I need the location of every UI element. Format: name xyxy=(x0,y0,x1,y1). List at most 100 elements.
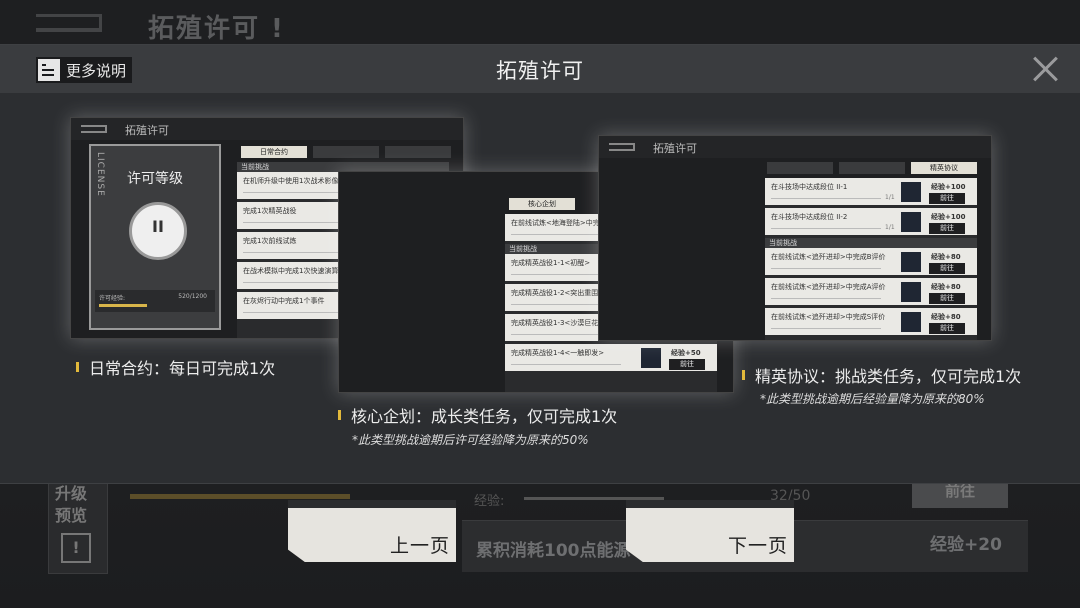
caption-marker xyxy=(742,370,745,380)
tab-core: 核心企划 xyxy=(509,198,575,210)
modal-title: 拓殖许可 xyxy=(496,59,584,83)
elite-note: *此类型挑战逾期后经验量降为原来的80% xyxy=(760,392,985,406)
task-text: 完成精英战役1-1<初醒> xyxy=(511,259,591,267)
section-label: 当前挑战 xyxy=(765,238,977,248)
mini-topbar: 拓殖许可 xyxy=(599,136,991,158)
task-text: 在斗技场中达成段位 II-1 xyxy=(771,183,848,191)
core-note: *此类型挑战逾期后许可经验降为原来的50% xyxy=(352,433,589,447)
elite-caption: 精英协议：挑战类任务，仅可完成1次 xyxy=(742,363,1021,387)
tab-core xyxy=(839,162,905,174)
panel1-tabs: 日常合约 xyxy=(241,146,451,158)
license-title: 许可等级 xyxy=(127,171,183,187)
core-caption: 核心企划：成长类任务，仅可完成1次 xyxy=(338,403,617,427)
task-progress-line xyxy=(511,364,621,365)
tab-elite xyxy=(385,146,451,158)
goto-button[interactable]: 前往 xyxy=(669,359,705,370)
elite-protocol-screenshot: 拓殖许可 精英协议 在斗技场中达成段位 II-1 1/1 经验+100 前往 在斗技场中… xyxy=(598,135,992,341)
task-row: 完成精英战役1-4<一触即发> 经验+50 前往 xyxy=(505,344,717,374)
reward-item-icon xyxy=(901,282,921,302)
task-progress-line xyxy=(243,192,353,193)
prev-page-button[interactable]: 上一页 xyxy=(288,500,456,562)
tab-daily xyxy=(767,162,833,174)
reward-item-icon xyxy=(641,348,661,368)
goto-button[interactable]: 前往 xyxy=(929,193,965,204)
task-progress-line xyxy=(771,198,881,199)
task-progress-line xyxy=(771,298,881,299)
task-progress-line xyxy=(771,328,881,329)
task-row: 在斗技场中达成段位 II-1 1/1 经验+100 前往 xyxy=(765,178,977,208)
background-topbar: 拓殖许可 ! xyxy=(0,0,1080,44)
daily-caption: 日常合约：每日可完成1次 xyxy=(76,355,275,379)
elite-caption-text: 精英协议：挑战类任务，仅可完成1次 xyxy=(755,367,1022,386)
mini-title: 拓殖许可 xyxy=(125,124,169,137)
mini-topbar: 拓殖许可 xyxy=(71,118,463,140)
panel2-tabs: 核心企划 xyxy=(509,198,575,210)
task-progress-line xyxy=(243,282,353,283)
task-row: 在前线试炼<追歼进却>中完成B评价 经验+80 前往 xyxy=(765,248,977,278)
mini-logo-icon xyxy=(81,125,107,133)
mini-title: 拓殖许可 xyxy=(653,142,697,155)
task-progress-line xyxy=(243,252,353,253)
task-text: 在前线试炼<追歼进却>中完成S评价 xyxy=(771,313,886,321)
task-progress-line xyxy=(243,312,353,313)
goto-button[interactable]: 前往 xyxy=(929,323,965,334)
task-text: 完成精英战役1-4<一触即发> xyxy=(511,349,605,357)
caption-marker xyxy=(338,410,341,420)
button-strip xyxy=(626,500,794,508)
reward-item-icon xyxy=(901,212,921,232)
task-text: 完成1次精英战役 xyxy=(243,207,297,215)
panel3-tabs: 精英协议 xyxy=(767,162,977,174)
task-progress-line xyxy=(771,228,881,229)
task-exp: 经验+80 xyxy=(931,313,961,321)
reward-item-icon xyxy=(901,312,921,332)
background-task-text: 累积消耗100点能源 xyxy=(476,541,631,561)
task-exp: 经验+100 xyxy=(931,183,966,191)
task-exp: 经验+80 xyxy=(931,283,961,291)
background-task-exp: 经验+20 xyxy=(930,535,1002,555)
task-text: 在前线试炼<追歼进却>中完成B评价 xyxy=(771,253,886,261)
task-text: 在灰烬行动中完成1个事件 xyxy=(243,297,325,305)
game-logo-icon xyxy=(36,14,102,32)
prev-page-label: 上一页 xyxy=(389,535,450,557)
panel3-task-list: 在斗技场中达成段位 II-1 1/1 经验+100 前往 在斗技场中达成段位 II-2 1… xyxy=(765,178,977,340)
help-modal: 更多说明 拓殖许可 拓殖许可 LICENSE 许可等级 许可经验: 520/12… xyxy=(0,44,1080,484)
mini-logo-icon xyxy=(609,143,635,151)
task-count: 1/1 xyxy=(885,224,895,231)
background-progress-bar xyxy=(130,494,350,499)
button-strip xyxy=(288,500,456,508)
background-exp-bar xyxy=(524,497,664,500)
license-emblem-icon xyxy=(129,202,187,260)
task-row: 在前线试炼<追歼进却>中完成S评价 经验+80 前往 xyxy=(765,308,977,338)
next-page-button[interactable]: 下一页 xyxy=(626,500,794,562)
upgrade-preview-card: 升级 预览 ! xyxy=(48,470,108,574)
tab-elite: 精英协议 xyxy=(911,162,977,174)
task-text: 在战术模拟中完成1次快速演算 xyxy=(243,267,339,275)
upgrade-preview-label: 升级 预览 xyxy=(55,484,88,525)
task-exp: 经验+50 xyxy=(671,349,701,357)
reward-item-icon xyxy=(901,182,921,202)
tab-core xyxy=(313,146,379,158)
warning-icon: ! xyxy=(61,533,91,563)
license-progress-value: 520/1200 xyxy=(178,293,207,300)
task-progress-line xyxy=(771,268,881,269)
goto-button[interactable]: 前往 xyxy=(929,293,965,304)
goto-button[interactable]: 前往 xyxy=(929,223,965,234)
task-count: 1/1 xyxy=(885,194,895,201)
license-progress-fill xyxy=(99,304,147,307)
task-text: 完成1次前线试炼 xyxy=(243,237,297,245)
license-card: LICENSE 许可等级 许可经验: 520/1200 xyxy=(89,144,221,330)
goto-button[interactable]: 前往 xyxy=(929,263,965,274)
daily-caption-text: 日常合约：每日可完成1次 xyxy=(89,359,276,378)
tab-daily: 日常合约 xyxy=(241,146,307,158)
task-exp: 经验+100 xyxy=(931,213,966,221)
task-text: 在前线试炼<追歼进却>中完成A评价 xyxy=(771,283,886,291)
reward-item-icon xyxy=(901,252,921,272)
task-progress-line xyxy=(243,222,353,223)
core-caption-text: 核心企划：成长类任务，仅可完成1次 xyxy=(351,407,618,426)
task-text: 在斗技场中达成段位 II-2 xyxy=(771,213,848,221)
modal-header: 更多说明 拓殖许可 xyxy=(0,45,1080,93)
next-page-label: 下一页 xyxy=(727,535,788,557)
task-row: 在前线试炼<追歼进却>中完成A评价 经验+80 前往 xyxy=(765,278,977,308)
license-progress: 许可经验: 520/1200 xyxy=(95,290,215,312)
close-icon[interactable] xyxy=(1032,55,1060,83)
